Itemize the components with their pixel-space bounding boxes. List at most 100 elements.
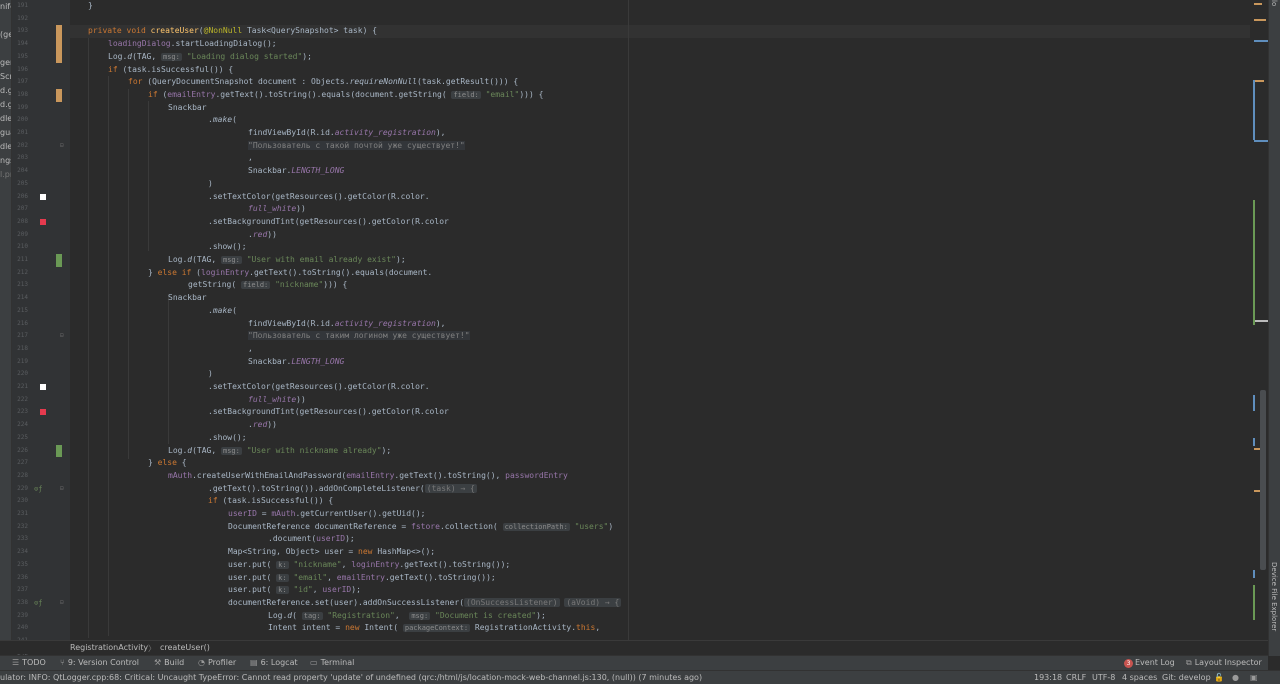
vcs-change-marker[interactable] (56, 254, 62, 267)
line-number[interactable]: 197 (12, 76, 28, 89)
line-number[interactable]: 194 (12, 38, 28, 51)
code-line[interactable]: full_white)) (248, 394, 306, 407)
vcs-change-marker[interactable] (1253, 585, 1255, 620)
code-line[interactable]: .setTextColor(getResources().getColor(R.… (208, 381, 430, 394)
inspection-icon[interactable]: ● (1232, 673, 1239, 682)
editor-scrollbar[interactable] (1250, 0, 1268, 640)
logcat-tab[interactable]: ▤ 6: Logcat (250, 658, 298, 667)
device-file-explorer-tab[interactable]: Device File Explorer (1270, 562, 1278, 631)
code-line[interactable]: Log.d(TAG, msg: "Loading dialog started"… (108, 51, 312, 64)
line-number[interactable]: 235 (12, 559, 28, 572)
vcs-change-marker[interactable] (1253, 200, 1255, 325)
code-line[interactable]: Log.d( tag: "Registration", msg: "Docume… (268, 610, 546, 623)
line-number[interactable]: 192 (12, 13, 28, 26)
line-number[interactable]: 231 (12, 508, 28, 521)
line-number[interactable]: 227 (12, 457, 28, 470)
project-item[interactable]: dle.p (0, 142, 11, 151)
event-log-tab[interactable]: 3 Event Log (1124, 658, 1175, 668)
memory-indicator-icon[interactable]: ▣ (1250, 673, 1258, 682)
line-number[interactable]: 232 (12, 521, 28, 534)
vcs-change-marker[interactable] (56, 444, 62, 458)
code-line[interactable]: Snackbar.LENGTH_LONG (248, 356, 344, 369)
fold-marker-icon[interactable]: ⊟ (60, 483, 64, 496)
code-line[interactable]: .red)) (248, 229, 277, 242)
vcs-change-marker[interactable] (56, 50, 62, 64)
color-swatch-icon[interactable] (40, 193, 46, 200)
line-number[interactable]: 215 (12, 305, 28, 318)
error-stripe-marker[interactable] (1254, 3, 1262, 5)
line-number[interactable]: 228 (12, 470, 28, 483)
line-number[interactable]: 204 (12, 165, 28, 178)
line-number[interactable]: 205 (12, 178, 28, 191)
code-line[interactable]: "Пользователь с такой почтой уже существ… (248, 140, 465, 153)
code-line[interactable]: findViewById(R.id.activity_registration)… (248, 127, 446, 140)
fold-marker-icon[interactable]: ⊟ (60, 140, 64, 153)
code-line[interactable]: .setTextColor(getResources().getColor(R.… (208, 191, 430, 204)
line-number[interactable]: 198 (12, 89, 28, 102)
build-tab[interactable]: ⚒ Build (154, 658, 184, 667)
line-number[interactable]: 236 (12, 572, 28, 585)
folded-code[interactable]: (OnSuccessListener) (464, 597, 560, 607)
layout-inspector-tab[interactable]: ⧉ Layout Inspector (1186, 658, 1262, 668)
right-tool-window-bar[interactable]: lo Device File Explorer (1268, 0, 1280, 656)
code-line[interactable]: .make( (208, 114, 237, 127)
line-number[interactable]: 209 (12, 229, 28, 242)
code-line[interactable]: Snackbar (168, 102, 207, 115)
code-line[interactable]: , (248, 152, 253, 165)
line-number[interactable]: 226 (12, 445, 28, 458)
todo-tab[interactable]: ☰ TODO (12, 658, 46, 667)
line-number[interactable]: 217 (12, 330, 28, 343)
lock-icon[interactable]: 🔓 (1214, 673, 1224, 682)
line-number[interactable]: 191 (12, 0, 28, 13)
line-number[interactable]: 196 (12, 64, 28, 77)
line-number[interactable]: 216 (12, 318, 28, 331)
code-line[interactable]: findViewById(R.id.activity_registration)… (248, 318, 446, 331)
line-number[interactable]: 233 (12, 533, 28, 546)
lambda-icon[interactable]: ⊙ƒ (34, 483, 42, 496)
profiler-tab[interactable]: ◔ Profiler (198, 658, 236, 667)
vcs-change-marker[interactable] (56, 88, 62, 102)
line-number[interactable]: 202 (12, 140, 28, 153)
code-line[interactable]: .make( (208, 305, 237, 318)
code-line[interactable]: .document(userID); (268, 533, 355, 546)
line-number[interactable]: 199 (12, 102, 28, 115)
caret-position[interactable]: 193:18 (1034, 673, 1062, 682)
code-line[interactable]: userID = mAuth.getCurrentUser().getUid()… (228, 508, 426, 521)
code-line[interactable]: .red)) (248, 419, 277, 432)
status-message[interactable]: ulator: INFO: QtLogger.cpp:68: Critical:… (0, 673, 1028, 682)
code-editor[interactable]: } private void createUser(@NonNull Task<Q… (70, 0, 1250, 640)
line-number[interactable]: 201 (12, 127, 28, 140)
code-line[interactable]: user.put( k: "nickname", loginEntry.getT… (228, 559, 510, 572)
project-item[interactable]: dle- (0, 114, 11, 123)
line-number[interactable]: 207 (12, 203, 28, 216)
code-line[interactable]: Snackbar (168, 292, 207, 305)
line-number[interactable]: 208 (12, 216, 28, 229)
vcs-change-marker[interactable] (1253, 438, 1255, 446)
code-line[interactable]: if (task.isSuccessful()) { (208, 495, 333, 508)
git-branch[interactable]: Git: develop (1162, 673, 1211, 682)
line-number[interactable]: 225 (12, 432, 28, 445)
line-number[interactable]: 221 (12, 381, 28, 394)
code-line[interactable]: .show(); (208, 241, 247, 254)
code-line[interactable]: .getText().toString()).addOnCompleteList… (208, 483, 477, 496)
project-item[interactable]: ger (0, 58, 11, 67)
code-line[interactable]: mAuth.createUserWithEmailAndPassword(ema… (168, 470, 568, 483)
line-number[interactable]: 238 (12, 597, 28, 610)
fold-marker-icon[interactable]: ⊟ (60, 597, 64, 610)
scrollbar-thumb[interactable] (1260, 390, 1266, 570)
code-line[interactable]: loadingDialog.startLoadingDialog(); (108, 38, 277, 51)
line-number[interactable]: 218 (12, 343, 28, 356)
vcs-change-marker[interactable] (1253, 570, 1255, 578)
project-item[interactable]: d.g (0, 86, 11, 95)
code-line[interactable]: Log.d(TAG, msg: "User with nickname alre… (168, 445, 391, 458)
right-tool-window-label[interactable]: lo (1270, 0, 1278, 6)
line-number[interactable]: 203 (12, 152, 28, 165)
code-line[interactable]: DocumentReference documentReference = fs… (228, 521, 613, 534)
code-line[interactable]: .show(); (208, 432, 247, 445)
code-line[interactable]: } else if (loginEntry.getText().toString… (148, 267, 432, 280)
code-line[interactable]: , (248, 343, 253, 356)
code-line[interactable]: user.put( k: "id", userID); (228, 584, 361, 597)
error-stripe-marker[interactable] (1254, 19, 1266, 21)
code-line[interactable]: Intent intent = new Intent( packageConte… (268, 622, 600, 635)
code-line[interactable]: user.put( k: "email", emailEntry.getText… (228, 572, 496, 585)
